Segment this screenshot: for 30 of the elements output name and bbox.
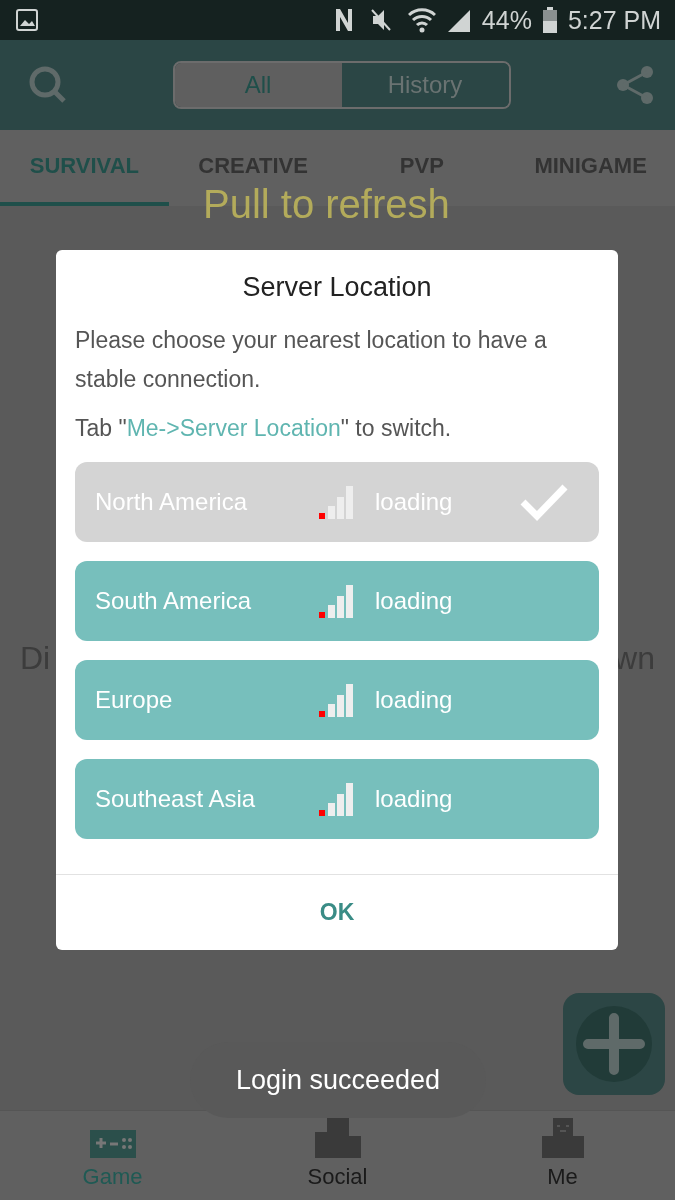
search-icon[interactable] bbox=[28, 65, 68, 105]
region-name: South America bbox=[95, 587, 253, 615]
dialog-message: Please choose your nearest location to have a stable connection. bbox=[75, 326, 548, 394]
person-icon bbox=[541, 1118, 584, 1158]
plus-icon bbox=[576, 1006, 652, 1082]
segment-tab[interactable]: All bbox=[174, 63, 342, 107]
gamepad-icon bbox=[89, 1130, 136, 1158]
clock: 5:27 PM bbox=[567, 5, 661, 35]
region-name: Southeast Asia bbox=[95, 785, 257, 813]
dialog-hint: Tab "Me->Server Location" to switch. bbox=[75, 415, 453, 442]
add-button[interactable] bbox=[563, 993, 665, 1095]
image-icon bbox=[16, 9, 38, 31]
dialog-title: Server Location bbox=[241, 272, 433, 303]
wifi-icon bbox=[407, 7, 436, 33]
settings-link[interactable]: Me->Server Location bbox=[126, 415, 341, 441]
share-icon[interactable] bbox=[615, 65, 655, 105]
region-option[interactable]: Europe loading bbox=[75, 660, 599, 740]
region-status: loading bbox=[375, 587, 454, 615]
ok-button[interactable]: OK bbox=[56, 875, 618, 950]
region-name: Europe bbox=[95, 686, 174, 714]
pull-to-refresh-hint: Pull to refresh bbox=[203, 182, 450, 227]
region-option[interactable]: South America loading bbox=[75, 561, 599, 641]
category-tab[interactable]: SURVIVAL bbox=[0, 130, 169, 206]
check-icon bbox=[519, 482, 569, 522]
people-icon bbox=[314, 1118, 361, 1158]
region-option[interactable]: Southeast Asia loading bbox=[75, 759, 599, 839]
battery-percent: 44% bbox=[481, 5, 532, 35]
region-status: loading bbox=[375, 686, 454, 714]
battery-icon bbox=[541, 7, 558, 33]
region-status: loading bbox=[375, 785, 454, 813]
